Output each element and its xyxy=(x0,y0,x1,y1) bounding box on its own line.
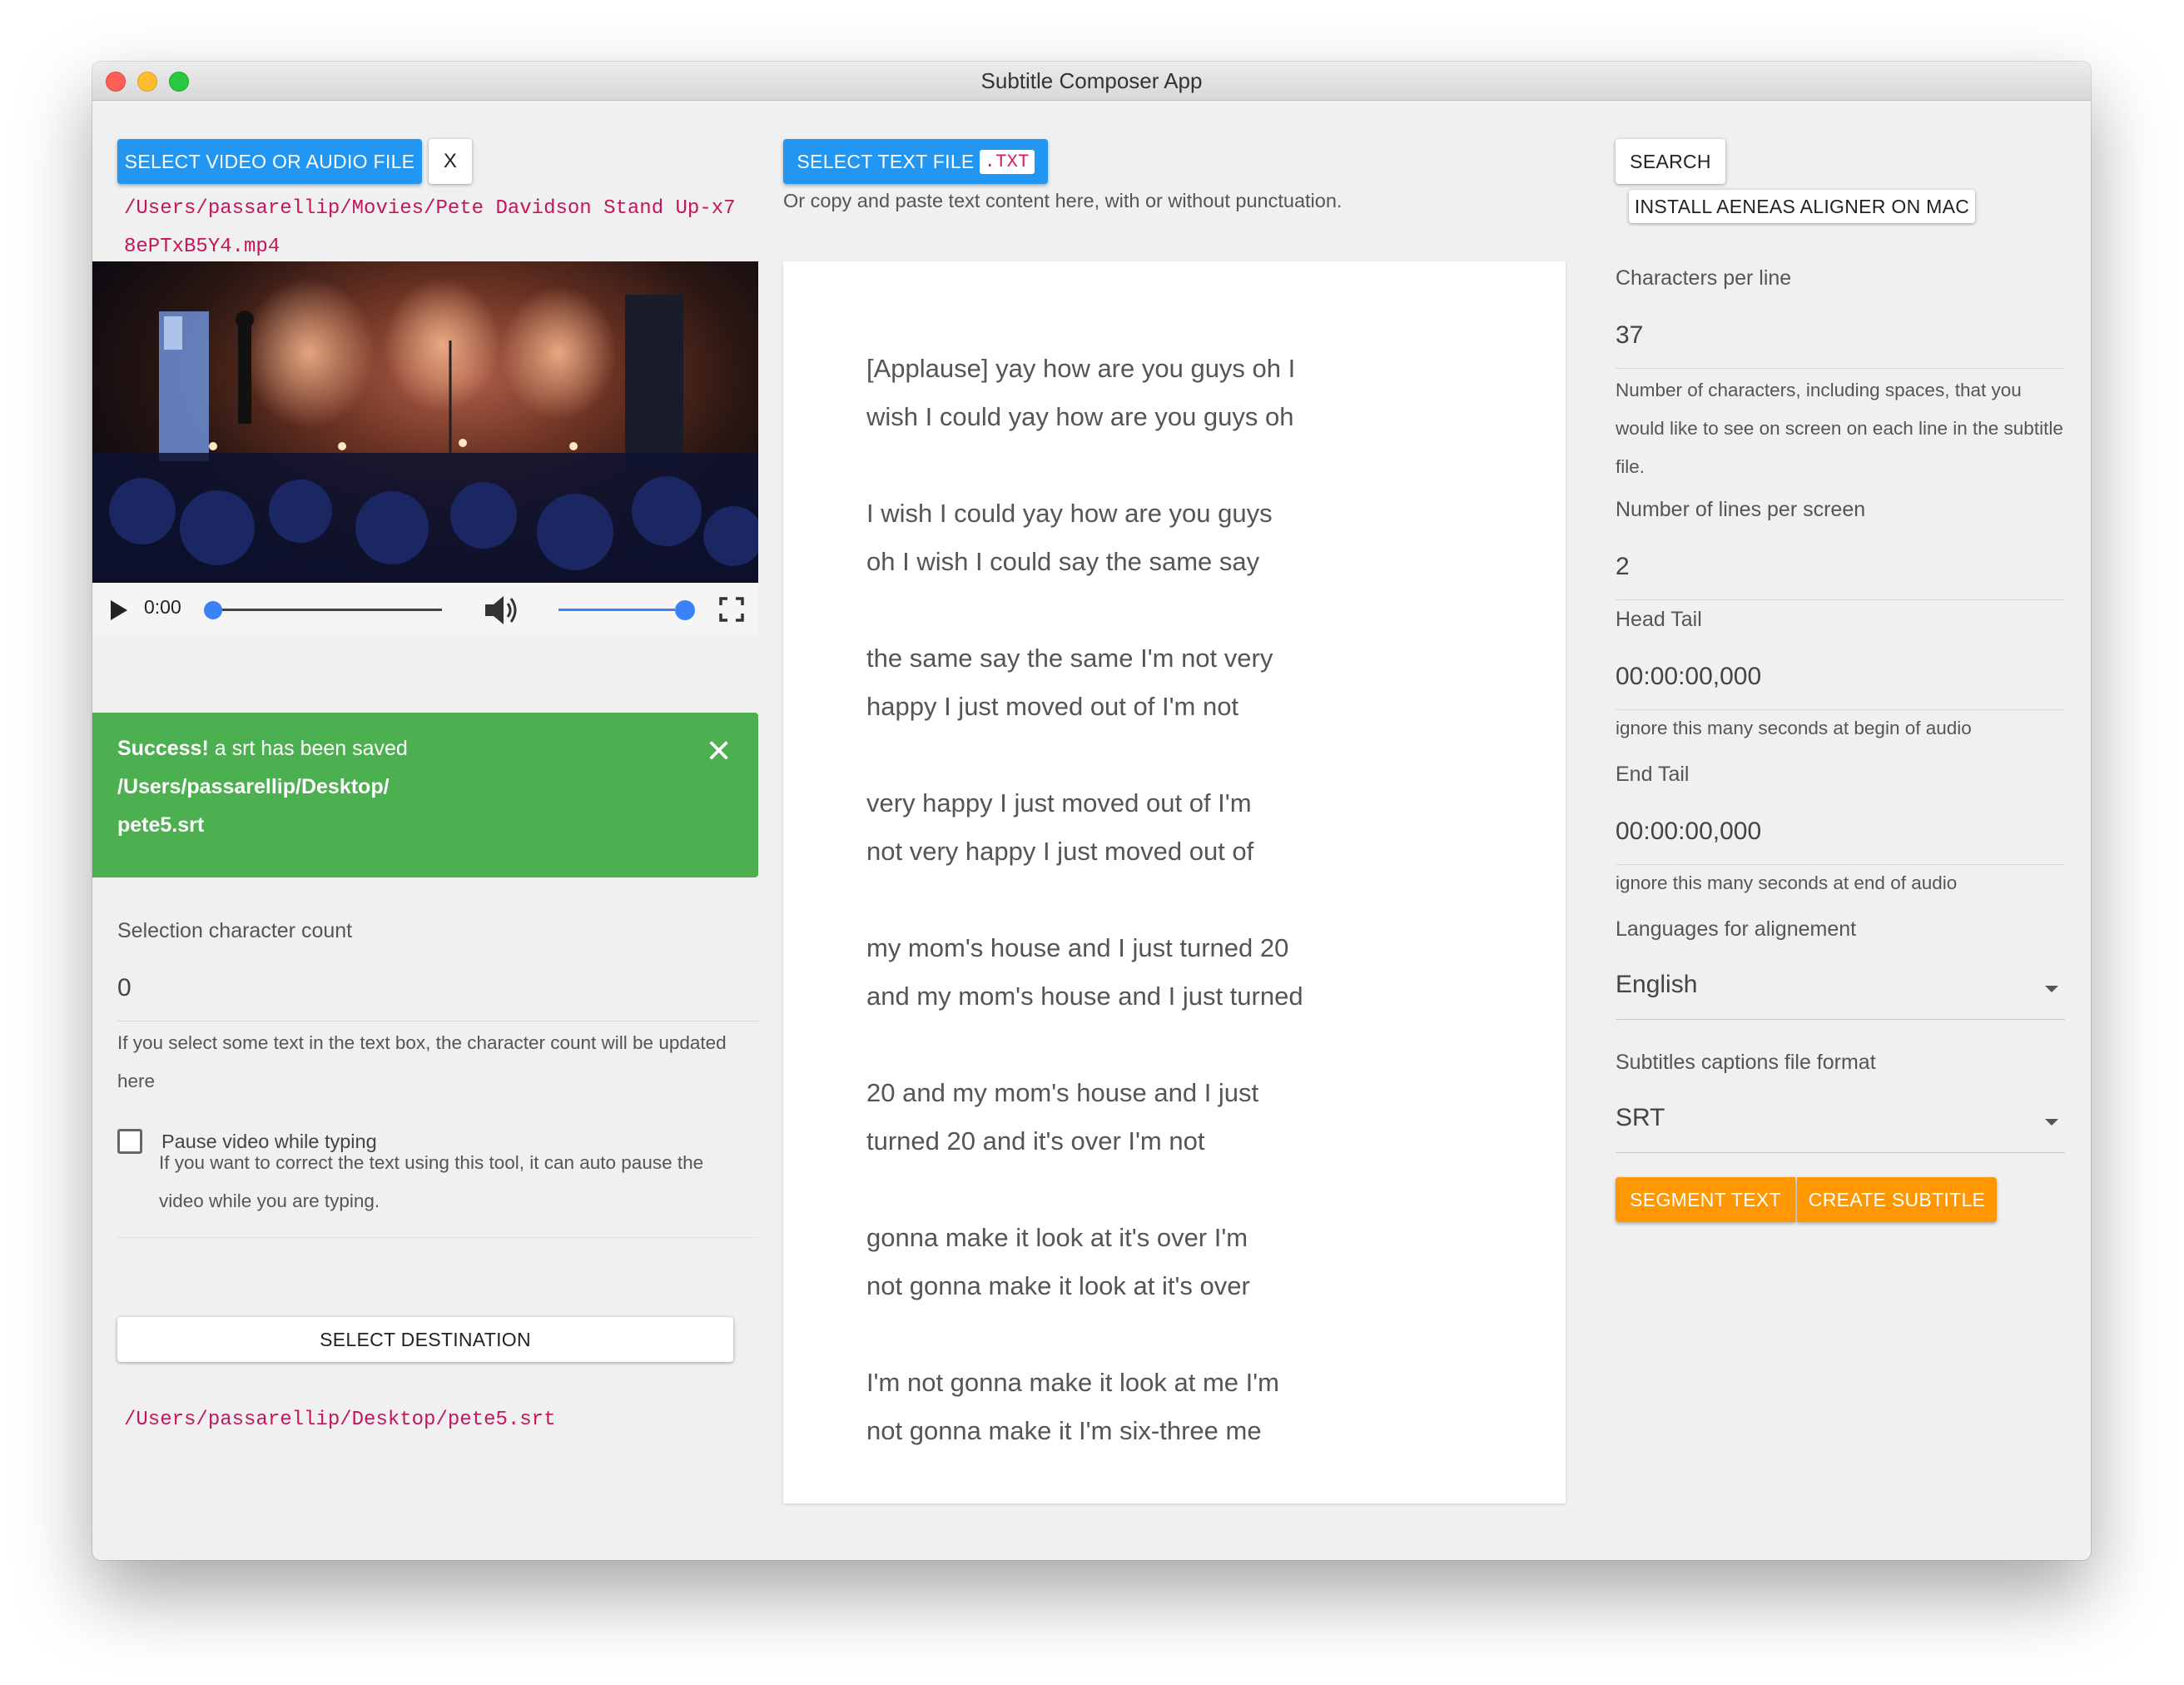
transcript-line: I wish I could yay how are you guys xyxy=(866,499,1273,528)
select-text-file-button[interactable]: SELECT TEXT FILE .TXT xyxy=(783,139,1048,184)
transcript-line: wish I could yay how are you guys oh xyxy=(866,402,1294,431)
language-value: English xyxy=(1616,971,1698,998)
format-value: SRT xyxy=(1616,1104,1665,1131)
pause-divider xyxy=(117,1237,758,1238)
language-label: Languages for alignement xyxy=(1616,917,1857,941)
end-tail-input[interactable]: 00:00:00,000 xyxy=(1616,818,1761,846)
progress-thumb[interactable] xyxy=(204,601,222,619)
alert-text: a srt has been saved xyxy=(208,737,408,760)
language-underline xyxy=(1616,1019,2065,1020)
selection-help: If you select some text in the text box,… xyxy=(117,1032,727,1091)
player-controls: 0:00 xyxy=(92,583,758,636)
select-destination-button[interactable]: SELECT DESTINATION xyxy=(117,1317,733,1362)
pause-video-checkbox[interactable] xyxy=(117,1129,142,1154)
search-button[interactable]: SEARCH xyxy=(1616,139,1725,184)
transcript-paragraph[interactable]: 20 and my mom's house and I just turned 2… xyxy=(866,1069,1516,1166)
clear-media-button[interactable]: X xyxy=(429,139,472,184)
success-alert: Success! a srt has been saved /Users/pas… xyxy=(92,713,758,877)
player-time: 0:00 xyxy=(144,596,181,618)
volume-thumb[interactable] xyxy=(675,600,695,620)
segment-text-button[interactable]: SEGMENT TEXT xyxy=(1616,1177,1795,1222)
volume-icon[interactable] xyxy=(484,594,517,626)
lines-input[interactable]: 2 xyxy=(1616,553,1630,581)
transcript-paragraph[interactable]: [Applause] yay how are you guys oh I wish… xyxy=(866,345,1516,441)
video-frame xyxy=(92,278,758,583)
cpl-input[interactable]: 37 xyxy=(1616,321,1643,350)
lines-underline xyxy=(1616,599,2065,600)
selection-count-label: Selection character count xyxy=(117,919,353,942)
selection-count-value[interactable]: 0 xyxy=(117,974,132,1002)
format-chevron-down-icon xyxy=(2045,1119,2058,1126)
transcript-line: not gonna make it look at it's over xyxy=(866,1271,1250,1300)
end-tail-label: End Tail xyxy=(1616,763,1690,786)
transcript-paragraph[interactable]: very happy I just moved out of I'm not ve… xyxy=(866,779,1516,876)
transcript-paragraphs: [Applause] yay how are you guys oh I wish… xyxy=(866,345,1516,1504)
alert-message: Success! a srt has been saved /Users/pas… xyxy=(117,729,700,844)
transcript-paragraph[interactable]: I wish I could yay how are you guys oh I … xyxy=(866,490,1516,586)
txt-badge: .TXT xyxy=(979,149,1035,174)
alert-strong: Success! xyxy=(117,737,209,760)
cpl-label: Characters per line xyxy=(1616,266,1792,290)
cpl-underline xyxy=(1616,368,2065,369)
transcript-line: turned 20 and it's over I'm not xyxy=(866,1126,1205,1156)
transcript-line: oh I wish I could say the same say xyxy=(866,547,1260,576)
transcript-line: happy I just moved out of I'm not xyxy=(866,692,1239,721)
transcript-line: I'm not gonna make it look at me I'm xyxy=(866,1368,1279,1397)
transcript-line: 20 and my mom's house and I just xyxy=(866,1078,1259,1107)
language-select[interactable]: English xyxy=(1616,961,2065,1021)
alert-close-icon[interactable]: × xyxy=(707,729,731,771)
transcript-paragraph[interactable]: I'm not gonna make it look at me I'm not … xyxy=(866,1359,1516,1455)
cpl-help: Number of characters, including spaces, … xyxy=(1616,380,2063,477)
text-hint: Or copy and paste text content here, wit… xyxy=(783,190,1343,211)
transcript-paragraph[interactable]: the same say the same I'm not very happy … xyxy=(866,634,1516,731)
transcript-line: my mom's house and I just turned 20 xyxy=(866,933,1289,962)
format-underline xyxy=(1616,1152,2065,1153)
transcript-line: and my mom's house and I just turned xyxy=(866,982,1303,1011)
pause-video-help: If you want to correct the text using th… xyxy=(159,1152,704,1211)
left-column: SELECT VIDEO OR AUDIO FILE X /Users/pass… xyxy=(92,62,775,1560)
head-tail-label: Head Tail xyxy=(1616,608,1702,631)
transcript-line: [Applause] yay how are you guys oh I xyxy=(866,354,1296,383)
fullscreen-icon[interactable] xyxy=(719,597,744,622)
create-subtitle-button[interactable]: CREATE SUBTITLE xyxy=(1797,1177,1997,1222)
transcript-line: not gonna make it I'm six-three me xyxy=(866,1416,1262,1445)
destination-path: /Users/passarellip/Desktop/pete5.srt xyxy=(124,1409,556,1431)
progress-track[interactable] xyxy=(209,609,442,611)
app-window: Subtitle Composer App SELECT VIDEO OR AU… xyxy=(92,62,2091,1560)
language-chevron-down-icon xyxy=(2045,986,2058,992)
select-media-button[interactable]: SELECT VIDEO OR AUDIO FILE xyxy=(117,139,422,184)
head-tail-input[interactable]: 00:00:00,000 xyxy=(1616,663,1761,691)
install-aeneas-button[interactable]: INSTALL AENEAS ALIGNER ON MAC xyxy=(1629,190,1975,223)
head-tail-help: ignore this many seconds at begin of aud… xyxy=(1616,718,1972,738)
end-tail-help: ignore this many seconds at end of audio xyxy=(1616,872,1958,893)
volume-track[interactable] xyxy=(558,609,675,611)
transcript-line: gonna make it look at it's over I'm xyxy=(866,1223,1248,1252)
play-icon[interactable] xyxy=(109,599,129,621)
transcript-paragraph[interactable]: gonna make it look at it's over I'm not g… xyxy=(866,1214,1516,1310)
video-player[interactable] xyxy=(92,261,758,583)
media-path: /Users/passarellip/Movies/Pete Davidson … xyxy=(124,197,736,258)
transcript-line: very happy I just moved out of I'm xyxy=(866,788,1252,818)
alert-path-line2: pete5.srt xyxy=(117,813,205,837)
lines-label: Number of lines per screen xyxy=(1616,498,1866,521)
transcript-line: the same say the same I'm not very xyxy=(866,644,1273,673)
format-label: Subtitles captions file format xyxy=(1616,1051,1876,1074)
alert-path-line1: /Users/passarellip/Desktop/ xyxy=(117,775,390,798)
transcript-paragraph[interactable]: my mom's house and I just turned 20 and m… xyxy=(866,924,1516,1021)
select-text-file-label: SELECT TEXT FILE xyxy=(797,150,975,172)
transcript-line: not very happy I just moved out of xyxy=(866,837,1254,866)
transcript-editor[interactable]: [Applause] yay how are you guys oh I wish… xyxy=(783,261,1566,1504)
format-select[interactable]: SRT xyxy=(1616,1094,2065,1154)
